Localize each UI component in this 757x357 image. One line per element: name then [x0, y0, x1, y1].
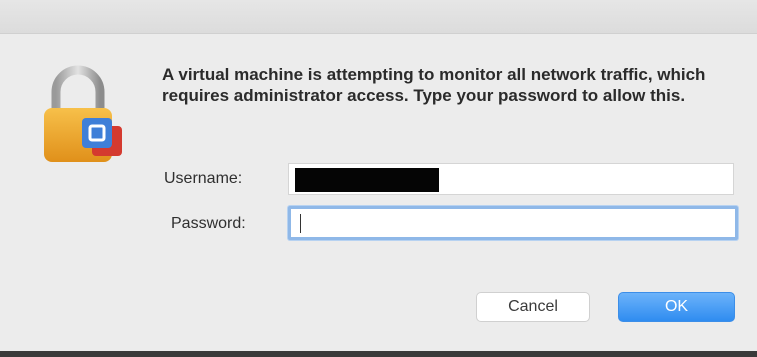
window-titlebar [0, 0, 757, 34]
window-bottom-edge [0, 351, 757, 357]
username-field[interactable] [288, 163, 734, 195]
password-label: Password: [171, 215, 246, 232]
ok-button[interactable]: OK [618, 292, 735, 322]
cancel-button[interactable]: Cancel [476, 292, 590, 322]
redacted-username-value [295, 168, 439, 192]
password-field[interactable] [288, 206, 738, 240]
lock-icon [44, 65, 122, 162]
username-label: Username: [164, 170, 243, 187]
text-cursor [300, 214, 301, 233]
dialog-message: A virtual machine is attempting to monit… [162, 65, 706, 105]
